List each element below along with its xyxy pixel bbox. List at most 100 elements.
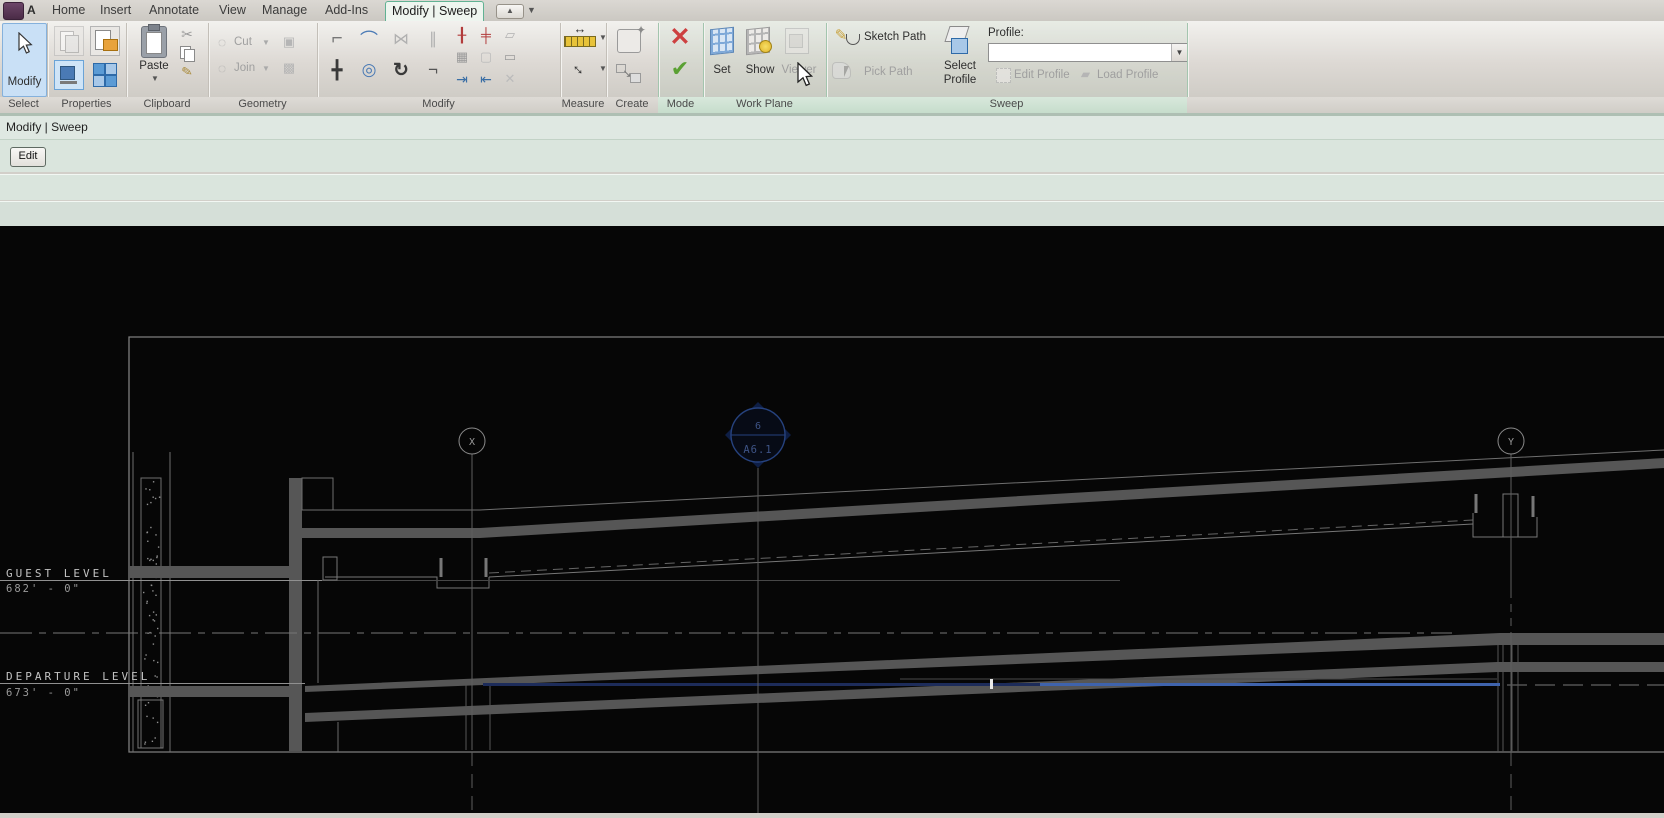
- match-type-brush-icon[interactable]: ✎: [177, 63, 198, 82]
- rotate-icon[interactable]: ↻: [389, 58, 413, 82]
- load-profile-label: Load Profile: [1097, 69, 1159, 81]
- properties-palette-icon[interactable]: [54, 26, 84, 56]
- tab-home[interactable]: Home: [46, 0, 91, 20]
- section-detail-number: 6: [755, 421, 761, 432]
- measure-ruler-icon[interactable]: ↔: [564, 21, 596, 48]
- join-geometry-icon[interactable]: ◌: [214, 60, 230, 76]
- edit-profile-label: Edit Profile: [1014, 69, 1070, 81]
- context-title-bar: Modify | Sweep: [0, 116, 1664, 140]
- create-similar-icon[interactable]: ↘: [616, 64, 642, 83]
- select-profile-label1: Select: [944, 60, 976, 72]
- join-geometry-label[interactable]: Join: [234, 62, 255, 74]
- unjoin-icon[interactable]: ▩: [280, 59, 298, 77]
- join-caret-icon[interactable]: ▼: [262, 64, 270, 73]
- guest-floor-slab-left[interactable]: [129, 566, 289, 578]
- path-midpoint-handle[interactable]: [990, 679, 993, 689]
- tab-bar: A Home Insert Annotate View Manage Add-I…: [0, 0, 1664, 21]
- cut-geometry-label[interactable]: Cut: [234, 36, 252, 48]
- tab-manage[interactable]: Manage: [256, 0, 313, 20]
- array-icon[interactable]: ▦: [453, 48, 471, 66]
- profile-combobox-caret-icon[interactable]: ▼: [1171, 44, 1187, 61]
- cancel-sweep-icon[interactable]: ✕: [667, 23, 693, 51]
- guest-level-name: GUEST LEVEL: [6, 567, 112, 580]
- ribbon-collapse-caret-icon[interactable]: ▼: [527, 5, 536, 15]
- paste-label: Paste: [139, 60, 169, 72]
- parapet-cap[interactable]: [301, 477, 334, 511]
- sketch-path-icon[interactable]: ✎: [832, 27, 860, 48]
- section-view[interactable]: GUEST LEVEL 682' - 0" DEPARTURE LEVEL 67…: [0, 226, 1664, 813]
- align-dim-icon[interactable]: ╂: [453, 26, 471, 44]
- trim-extend-icon[interactable]: ⇥: [453, 70, 471, 88]
- departure-ramp-slab-lower[interactable]: [305, 662, 1664, 722]
- set-workplane-icon[interactable]: [710, 26, 734, 56]
- copy-element-icon[interactable]: ◎: [357, 58, 381, 82]
- cut-caret-icon[interactable]: ▼: [262, 38, 270, 47]
- parapet-wall[interactable]: [289, 478, 302, 751]
- section-sheet-number: A6.1: [743, 444, 772, 456]
- move-icon[interactable]: ╋: [325, 58, 349, 82]
- paste-button[interactable]: Paste ▼: [132, 24, 176, 90]
- ribbon-collapse-button[interactable]: ▲: [496, 4, 524, 19]
- copy-icon[interactable]: [180, 46, 196, 62]
- grid-y-label: Y: [1508, 437, 1514, 448]
- properties-grid-icon[interactable]: [90, 60, 118, 88]
- create-group-icon[interactable]: ✦: [614, 23, 648, 59]
- right-gutter-assembly[interactable]: [1472, 493, 1538, 538]
- cope-icon[interactable]: ⌒: [357, 27, 381, 51]
- tab-insert[interactable]: Insert: [94, 0, 137, 20]
- viewer-icon[interactable]: [784, 26, 810, 54]
- mirror-axis-icon[interactable]: ⋈: [389, 27, 413, 51]
- grid-y[interactable]: Y: [1497, 427, 1525, 813]
- delete-icon[interactable]: ✕: [501, 70, 519, 88]
- application-menu-button[interactable]: [3, 2, 24, 20]
- wall-corner-icon[interactable]: ⌐: [325, 27, 349, 51]
- concrete-hatch: [143, 481, 161, 745]
- finish-sweep-icon[interactable]: ✔: [667, 56, 693, 82]
- pick-path-icon[interactable]: [832, 60, 860, 82]
- pin-icon[interactable]: ▱: [501, 26, 519, 44]
- select-profile-button[interactable]: Select Profile: [936, 23, 984, 91]
- drawing-area[interactable]: GUEST LEVEL 682' - 0" DEPARTURE LEVEL 67…: [0, 226, 1664, 813]
- show-workplane-label[interactable]: Show: [740, 64, 780, 76]
- edit-button[interactable]: Edit: [10, 147, 46, 167]
- split-element-icon[interactable]: ⇤: [477, 70, 495, 88]
- load-profile-icon: ▰: [1080, 66, 1091, 81]
- pick-path-label: Pick Path: [864, 66, 913, 78]
- grid-x[interactable]: X: [458, 427, 486, 813]
- profile-label: Profile:: [988, 27, 1024, 39]
- wall-joins-icon[interactable]: ▣: [280, 33, 298, 51]
- tertiary-options-bar: [0, 201, 1664, 228]
- tab-view[interactable]: View: [213, 0, 252, 20]
- left-wall[interactable]: [132, 452, 171, 752]
- departure-slab-left[interactable]: [129, 686, 290, 697]
- unpin-icon[interactable]: ▭: [501, 48, 519, 66]
- scale-icon[interactable]: ▢: [477, 48, 495, 66]
- left-structure-details: [317, 556, 491, 752]
- profile-combobox[interactable]: ▼: [988, 43, 1188, 62]
- select-profile-icon: [944, 26, 975, 56]
- secondary-options-bar: [0, 174, 1664, 200]
- departure-level-elevation: 673' - 0": [6, 687, 81, 699]
- upper-ramp-slab[interactable]: [302, 458, 1664, 538]
- offset-icon[interactable]: ⌐: [421, 58, 445, 82]
- paste-clipboard-icon: [141, 24, 167, 58]
- type-properties-icon[interactable]: [54, 60, 84, 90]
- sweep-path-line[interactable]: [483, 679, 1500, 689]
- split-dim-icon[interactable]: ╪: [477, 26, 495, 44]
- sketch-path-label[interactable]: Sketch Path: [864, 31, 926, 43]
- tab-annotate[interactable]: Annotate: [143, 0, 205, 20]
- panel-label-modify: Modify: [422, 98, 455, 110]
- cut-geometry-icon[interactable]: ◌: [214, 34, 230, 50]
- family-types-icon[interactable]: [90, 26, 120, 56]
- app-letter: A: [27, 3, 36, 17]
- modify-button-label: Modify: [7, 76, 42, 88]
- tab-modify-sweep[interactable]: Modify | Sweep: [385, 1, 485, 21]
- show-workplane-icon[interactable]: [746, 26, 772, 56]
- modify-button[interactable]: Modify: [2, 23, 47, 97]
- cut-scissors-icon[interactable]: ✂: [178, 26, 196, 42]
- grid-x-label: X: [469, 437, 475, 448]
- y-column-lines: [1497, 645, 1519, 752]
- tab-add-ins[interactable]: Add-Ins: [319, 0, 374, 20]
- mirror-pick-icon[interactable]: ∥: [421, 27, 445, 51]
- set-workplane-label[interactable]: Set: [702, 64, 742, 76]
